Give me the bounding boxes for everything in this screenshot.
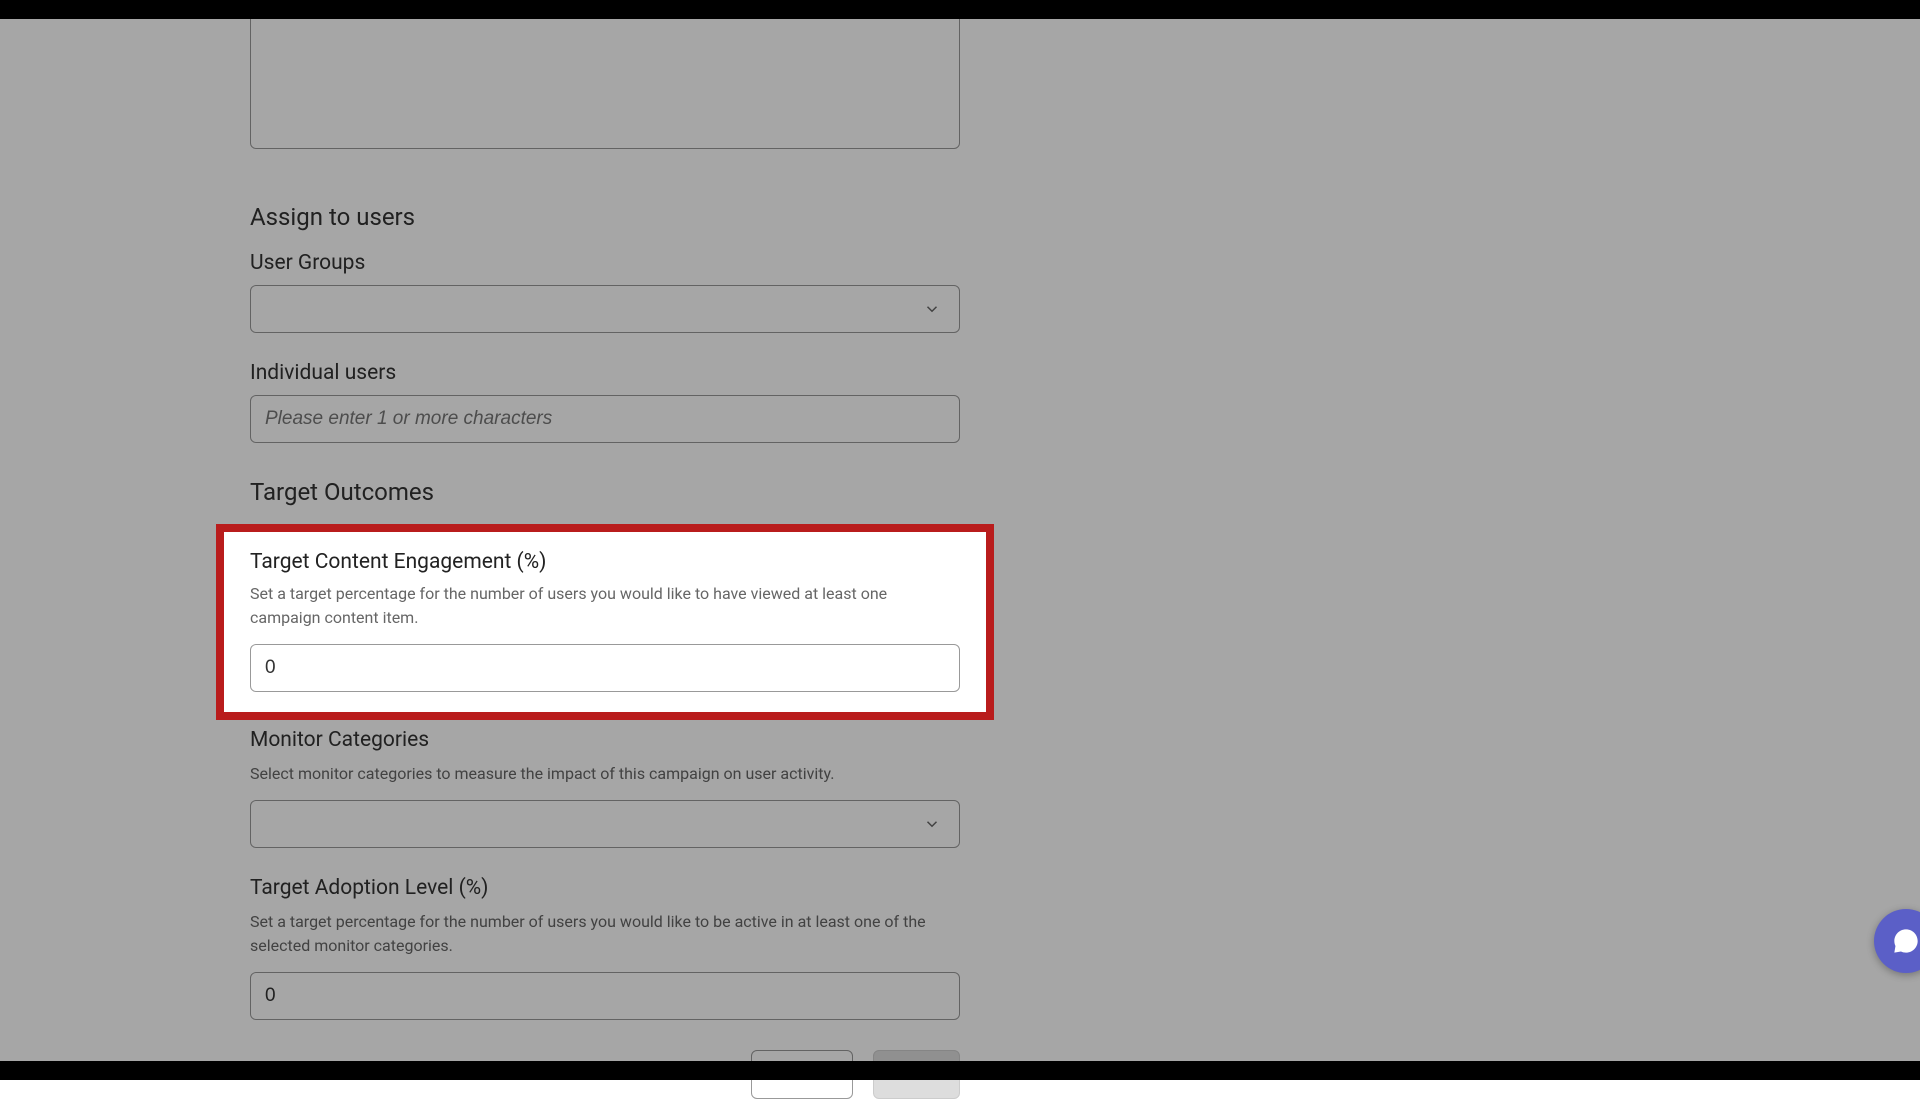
description-textarea[interactable]	[250, 0, 960, 149]
adoption-level-description: Set a target percentage for the number o…	[250, 910, 960, 958]
individual-users-input[interactable]	[250, 395, 960, 443]
monitor-categories-description: Select monitor categories to measure the…	[250, 762, 960, 786]
content-engagement-highlight: Target Content Engagement (%) Set a targ…	[216, 524, 994, 720]
user-groups-field: User Groups	[250, 251, 960, 333]
chevron-down-icon	[923, 300, 941, 318]
content-engagement-description: Set a target percentage for the number o…	[250, 582, 960, 630]
chevron-down-icon	[923, 815, 941, 833]
form-container: Assign to users User Groups Individual u…	[250, 0, 960, 1099]
content-engagement-input[interactable]	[250, 644, 960, 692]
content-engagement-label: Target Content Engagement (%)	[250, 550, 960, 574]
adoption-level-field: Target Adoption Level (%) Set a target p…	[250, 876, 960, 1020]
monitor-categories-label: Monitor Categories	[250, 728, 960, 752]
adoption-level-input[interactable]	[250, 972, 960, 1020]
assign-users-heading: Assign to users	[250, 203, 960, 231]
adoption-level-label: Target Adoption Level (%)	[250, 876, 960, 900]
content-wrapper: Assign to users User Groups Individual u…	[0, 19, 1920, 1061]
user-groups-label: User Groups	[250, 251, 960, 275]
letterbox-top	[0, 0, 1920, 19]
user-groups-select[interactable]	[250, 285, 960, 333]
monitor-categories-select[interactable]	[250, 800, 960, 848]
chat-icon	[1892, 927, 1920, 955]
monitor-categories-field: Monitor Categories Select monitor catego…	[250, 728, 960, 848]
help-fab-button[interactable]	[1874, 909, 1920, 973]
highlight-container: Target Content Engagement (%) Set a targ…	[250, 524, 960, 720]
target-outcomes-heading: Target Outcomes	[250, 478, 960, 506]
letterbox-bottom	[0, 1061, 1920, 1080]
individual-users-field: Individual users	[250, 361, 960, 443]
individual-users-label: Individual users	[250, 361, 960, 385]
